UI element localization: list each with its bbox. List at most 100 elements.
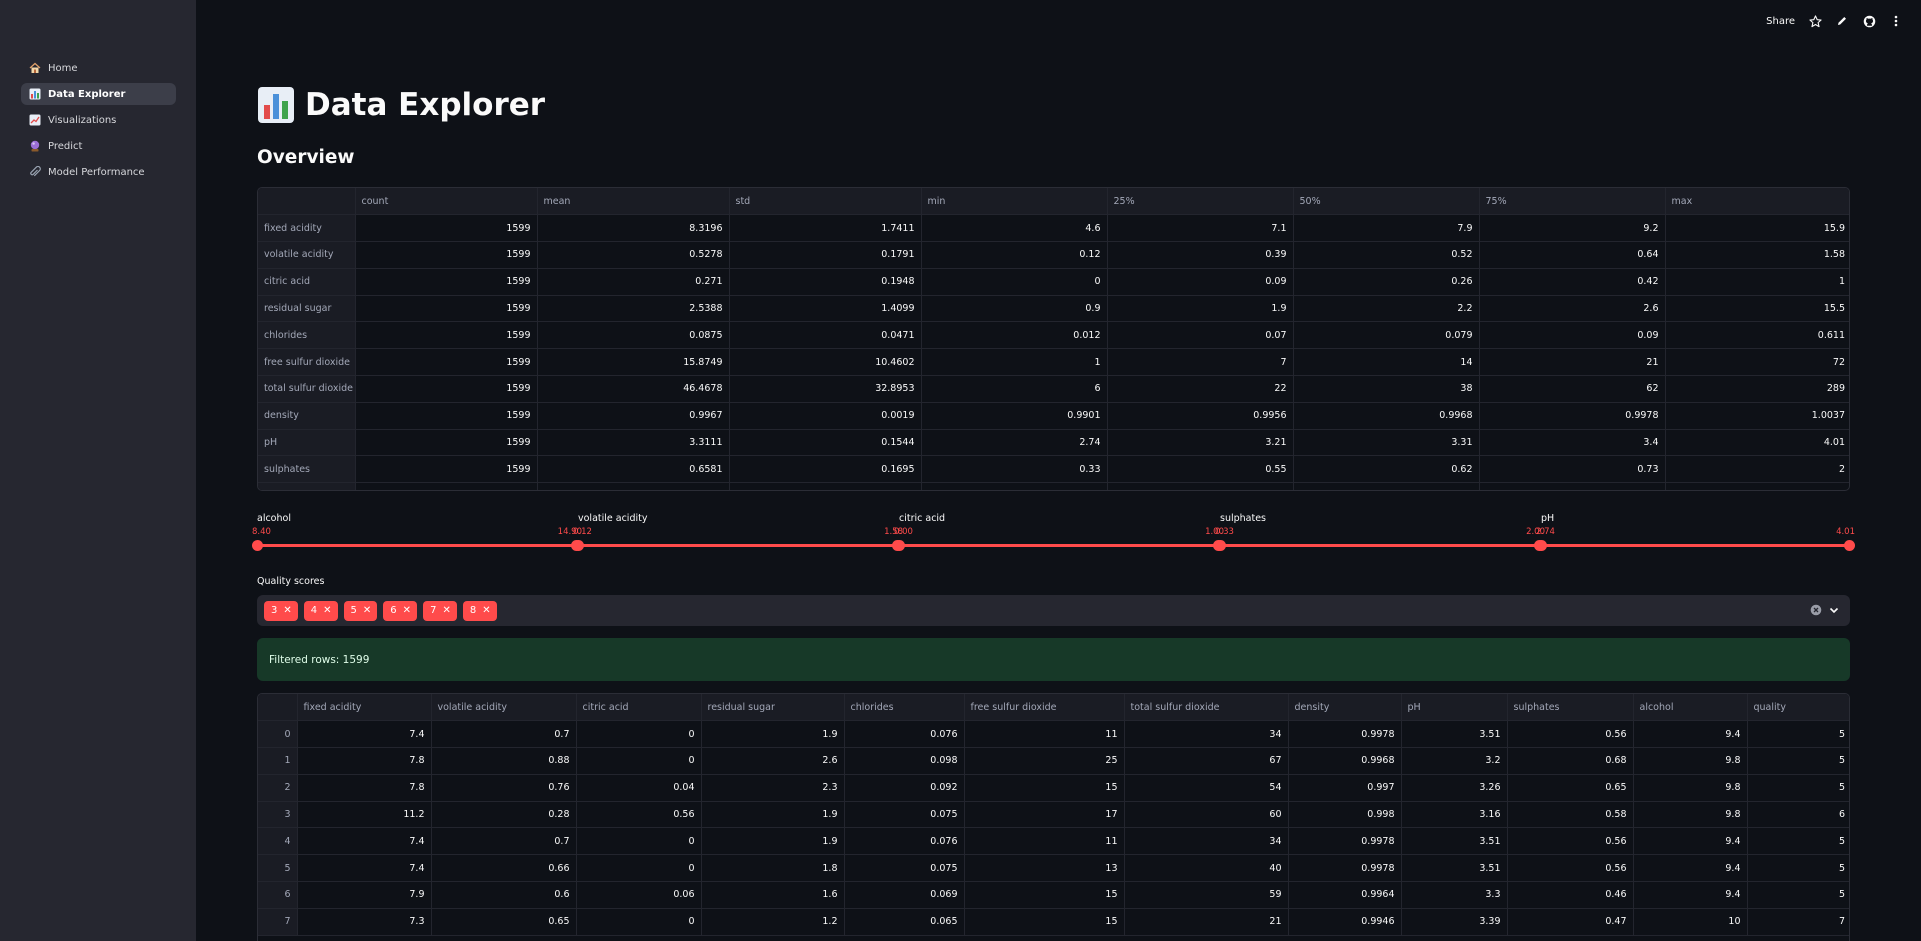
table-cell[interactable]: 5 xyxy=(1747,881,1849,909)
slider-track[interactable] xyxy=(1220,544,1540,547)
table-cell[interactable]: 0.998 xyxy=(1288,801,1402,829)
row-label[interactable]: chlorides xyxy=(258,321,356,350)
table-cell[interactable]: 1.9 xyxy=(701,720,845,749)
table-cell[interactable]: 1599 xyxy=(355,429,538,457)
slider-volatile-acidity[interactable]: volatile acidity 0.12 1.58 xyxy=(573,513,903,553)
table-cell[interactable]: 2.6 xyxy=(701,747,845,775)
row-label[interactable]: residual sugar xyxy=(258,295,356,323)
slider-track[interactable] xyxy=(578,544,898,547)
row-label[interactable]: 7 xyxy=(258,908,298,936)
table-cell[interactable]: 7.4 xyxy=(297,827,432,856)
filtered-data-table[interactable]: fixed acidity volatile acidity citric acid… xyxy=(257,693,1850,941)
table-cell[interactable]: 3.3111 xyxy=(537,429,730,457)
table-cell[interactable]: 15 xyxy=(964,881,1125,909)
table-cell[interactable]: 6 xyxy=(921,375,1108,403)
table-cell[interactable]: 1.8 xyxy=(701,854,845,883)
table-cell[interactable]: 3.39 xyxy=(1401,908,1508,936)
table-cell[interactable]: 5 xyxy=(1747,747,1849,775)
row-label[interactable]: sulphates xyxy=(258,455,356,484)
table-cell[interactable]: 46.4678 xyxy=(537,375,730,403)
column-header[interactable]: alcohol xyxy=(1633,694,1748,722)
table-cell[interactable]: 11 xyxy=(964,827,1125,856)
slider-alcohol[interactable]: alcohol 8.40 14.90 xyxy=(252,513,582,553)
table-cell[interactable]: 38 xyxy=(1293,375,1480,403)
table-cell[interactable]: 0.065 xyxy=(844,908,965,936)
table-cell[interactable]: 1599 xyxy=(355,321,538,350)
table-cell[interactable]: 0.9978 xyxy=(1479,402,1666,430)
table-cell[interactable] xyxy=(537,482,730,490)
quality-tag[interactable]: 3 ✕ xyxy=(264,600,298,621)
table-cell[interactable]: 0.9968 xyxy=(1288,747,1402,775)
column-header[interactable] xyxy=(258,188,356,216)
clear-all-icon[interactable] xyxy=(1810,604,1822,616)
table-cell[interactable]: 0.9964 xyxy=(1288,881,1402,909)
table-cell[interactable]: 0 xyxy=(576,908,702,936)
table-cell[interactable]: 1.9 xyxy=(1107,295,1294,323)
table-cell[interactable]: 0.65 xyxy=(431,908,577,936)
table-cell[interactable]: 11.2 xyxy=(297,801,432,829)
table-cell[interactable]: 2.5388 xyxy=(537,295,730,323)
column-header[interactable]: sulphates xyxy=(1507,694,1634,722)
table-cell[interactable]: 9.4 xyxy=(1633,827,1748,856)
slider-track[interactable] xyxy=(257,544,577,547)
quality-tag[interactable]: 4 ✕ xyxy=(303,600,338,621)
table-cell[interactable]: 0.52 xyxy=(1293,241,1480,269)
remove-tag-icon[interactable]: ✕ xyxy=(283,605,291,616)
table-cell[interactable]: 1.9 xyxy=(701,827,845,856)
table-cell[interactable]: 0.012 xyxy=(921,321,1108,350)
slider-min-handle[interactable] xyxy=(573,540,584,551)
table-cell[interactable]: 1.2 xyxy=(701,908,845,936)
sidebar-item-data-explorer[interactable]: Data Explorer xyxy=(21,83,176,105)
row-label[interactable]: fixed acidity xyxy=(258,214,356,243)
table-cell[interactable] xyxy=(729,482,922,490)
table-cell[interactable]: 0.56 xyxy=(1507,827,1634,856)
table-cell[interactable]: 0.7 xyxy=(431,827,577,856)
sidebar-item-home[interactable]: Home xyxy=(21,57,176,79)
table-cell[interactable]: 0.9946 xyxy=(1288,908,1402,936)
table-cell[interactable]: 3.51 xyxy=(1401,827,1508,856)
column-header[interactable]: free sulfur dioxide xyxy=(964,694,1125,722)
table-cell[interactable]: 0.5278 xyxy=(537,241,730,269)
table-cell[interactable]: 2.6 xyxy=(1479,295,1666,323)
table-cell[interactable]: 1.6 xyxy=(701,881,845,909)
table-cell[interactable]: 0.7 xyxy=(431,720,577,749)
table-cell[interactable]: 0.076 xyxy=(844,720,965,749)
table-cell[interactable]: 0.56 xyxy=(576,801,702,829)
table-cell[interactable]: 0.9978 xyxy=(1288,827,1402,856)
row-label[interactable]: 2 xyxy=(258,774,298,802)
table-cell[interactable] xyxy=(355,482,538,490)
table-cell[interactable]: 0.33 xyxy=(921,455,1108,484)
table-cell[interactable]: 1599 xyxy=(355,295,538,323)
column-header[interactable]: std xyxy=(729,188,922,216)
slider-sulphates[interactable]: sulphates 0.33 2.00 xyxy=(1215,513,1545,553)
table-cell[interactable]: 0.73 xyxy=(1479,455,1666,484)
table-cell[interactable]: 7.9 xyxy=(1293,214,1480,243)
column-header[interactable]: 25% xyxy=(1107,188,1294,216)
table-cell[interactable]: 0.58 xyxy=(1507,801,1634,829)
quality-tag[interactable]: 8 ✕ xyxy=(462,600,497,621)
sidebar-item-predict[interactable]: Predict xyxy=(21,135,176,157)
table-cell[interactable]: 0.9901 xyxy=(921,402,1108,430)
slider-min-handle[interactable] xyxy=(252,540,263,551)
table-cell[interactable]: 9.4 xyxy=(1633,720,1748,749)
table-cell[interactable]: 3.21 xyxy=(1107,429,1294,457)
table-cell[interactable]: 1599 xyxy=(355,268,538,296)
table-cell[interactable]: 0 xyxy=(576,747,702,775)
table-cell[interactable]: 0.0875 xyxy=(537,321,730,350)
table-cell[interactable] xyxy=(1107,482,1294,490)
table-cell[interactable]: 3.2 xyxy=(1401,747,1508,775)
table-cell[interactable]: 9.8 xyxy=(1633,774,1748,802)
table-cell[interactable]: 0.271 xyxy=(537,268,730,296)
table-cell[interactable]: 0.079 xyxy=(1293,321,1480,350)
table-cell[interactable]: 1.4099 xyxy=(729,295,922,323)
table-cell[interactable]: 0.0019 xyxy=(729,402,922,430)
table-cell[interactable]: 0.069 xyxy=(844,881,965,909)
table-cell[interactable]: 0 xyxy=(921,268,1108,296)
column-header[interactable]: mean xyxy=(537,188,730,216)
table-cell[interactable]: 2.74 xyxy=(921,429,1108,457)
table-cell[interactable]: 21 xyxy=(1124,908,1289,936)
quality-tag[interactable]: 5 ✕ xyxy=(343,600,378,621)
table-cell[interactable]: 3.51 xyxy=(1401,720,1508,749)
table-cell[interactable]: 3.16 xyxy=(1401,801,1508,829)
github-icon[interactable] xyxy=(1862,14,1876,28)
